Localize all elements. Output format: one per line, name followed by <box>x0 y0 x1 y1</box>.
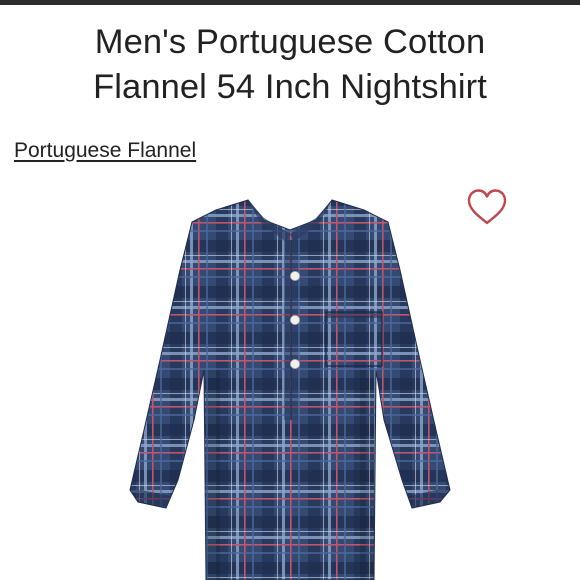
listing-title-line-1: Men's Portuguese Cotton <box>94 23 486 61</box>
shirt-button <box>290 359 300 369</box>
product-image[interactable] <box>120 190 460 580</box>
nightshirt-body <box>129 199 451 580</box>
top-bar <box>0 0 580 5</box>
brand-link[interactable]: Portuguese Flannel <box>14 139 196 163</box>
shirt-button <box>290 271 300 281</box>
heart-outline-icon[interactable] <box>466 188 508 226</box>
listing-title: Men's Portuguese Cotton Flannel 54 Inch … <box>20 20 560 110</box>
shirt-button <box>290 315 300 325</box>
listing-title-line-2: Flannel 54 Inch Nightshirt <box>93 68 487 106</box>
